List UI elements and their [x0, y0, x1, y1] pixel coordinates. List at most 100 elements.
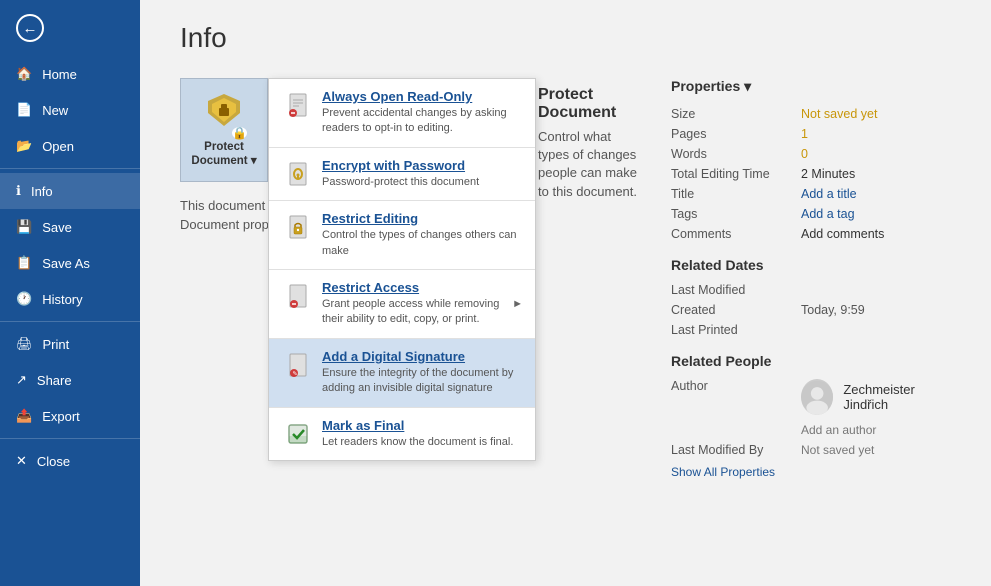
menu-item-restrict-access-title: Restrict Access	[322, 280, 502, 295]
menu-item-digital-signature-desc: Ensure the integrity of the document by …	[322, 366, 523, 397]
sidebar-item-save-as-label: Save As	[42, 256, 90, 271]
info-icon: ℹ	[16, 183, 21, 199]
dropdown-menu: Always Open Read-Only Prevent accidental…	[268, 78, 536, 461]
menu-item-restrict-editing-content: Restrict Editing Control the types of ch…	[322, 211, 523, 259]
prop-author-label: Author	[671, 379, 801, 437]
prop-editing-time-label: Total Editing Time	[671, 167, 801, 181]
prop-tags: Tags Add a tag	[671, 207, 951, 221]
sidebar-item-close-label: Close	[37, 454, 70, 469]
protect-button-label: ProtectDocument ▾	[191, 141, 256, 169]
related-dates: Last Modified Created Today, 9:59 Last P…	[671, 283, 951, 337]
prop-last-modified-label: Last Modified	[671, 283, 801, 297]
mark-final-icon	[284, 420, 312, 448]
sidebar-item-print[interactable]: 🖨 Print	[0, 326, 140, 362]
protect-desc: Protect Document Control what types of c…	[538, 86, 641, 201]
sidebar-item-history[interactable]: 🕐 History	[0, 281, 140, 317]
protect-area: 🔒 ProtectDocument ▾	[180, 78, 268, 182]
protect-icon: 🔒	[205, 91, 243, 137]
menu-item-mark-final-title: Mark as Final	[322, 418, 523, 433]
sidebar-item-save-label: Save	[42, 220, 72, 235]
print-icon: 🖨	[16, 336, 33, 352]
menu-item-always-open-content: Always Open Read-Only Prevent accidental…	[322, 89, 523, 137]
history-icon: 🕐	[16, 291, 32, 307]
sidebar-item-new[interactable]: 📄 New	[0, 92, 140, 128]
open-icon: 📂	[16, 138, 32, 154]
prop-last-printed-label: Last Printed	[671, 323, 801, 337]
properties-panel: Properties ▾ Size Not saved yet Pages 1 …	[671, 78, 951, 479]
prop-pages: Pages 1	[671, 127, 951, 141]
digital-signature-icon: ✎	[284, 351, 312, 379]
prop-comments: Comments Add comments	[671, 227, 951, 241]
sidebar-item-save-as[interactable]: 📋 Save As	[0, 245, 140, 281]
sidebar-item-save[interactable]: 💾 Save	[0, 209, 140, 245]
show-all-properties-link[interactable]: Show All Properties	[671, 465, 951, 479]
sidebar-item-info-label: Info	[31, 184, 53, 199]
menu-item-encrypt-password[interactable]: Encrypt with Password Password-protect t…	[269, 148, 535, 200]
page-title: Info	[180, 22, 951, 54]
prop-words-value: 0	[801, 147, 808, 161]
menu-item-encrypt-title: Encrypt with Password	[322, 158, 523, 173]
menu-item-restrict-editing-desc: Control the types of changes others can …	[322, 228, 523, 259]
prop-last-modified-by-value: Not saved yet	[801, 443, 874, 457]
prop-title-value[interactable]: Add a title	[801, 187, 857, 201]
prop-last-modified-by-row: Last Modified By Not saved yet	[671, 443, 951, 457]
prop-tags-value[interactable]: Add a tag	[801, 207, 855, 221]
prop-created-label: Created	[671, 303, 801, 317]
restrict-access-arrow: ►	[512, 298, 523, 310]
menu-item-restrict-editing[interactable]: Restrict Editing Control the types of ch…	[269, 201, 535, 269]
prop-last-modified-by-label: Last Modified By	[671, 443, 801, 457]
menu-item-digital-signature[interactable]: ✎ Add a Digital Signature Ensure the int…	[269, 339, 535, 407]
sidebar-item-home-label: Home	[42, 67, 77, 82]
author-info: Zechmeister Jindřich Add an author	[801, 379, 951, 437]
close-icon: ✕	[16, 453, 27, 469]
prop-title: Title Add a title	[671, 187, 951, 201]
menu-item-always-open-read-only[interactable]: Always Open Read-Only Prevent accidental…	[269, 79, 535, 147]
home-icon: 🏠	[16, 66, 32, 82]
prop-created: Created Today, 9:59	[671, 303, 951, 317]
prop-pages-value: 1	[801, 127, 808, 141]
protect-heading: Protect Document	[538, 86, 641, 122]
svg-text:✎: ✎	[293, 370, 298, 377]
protect-description: Control what types of changes people can…	[538, 128, 641, 201]
menu-item-restrict-access[interactable]: Restrict Access Grant people access whil…	[269, 270, 535, 338]
info-section: 🔒 ProtectDocument ▾	[180, 78, 641, 182]
prop-comments-value: Add comments	[801, 227, 884, 241]
export-icon: 📤	[16, 408, 32, 424]
add-author-link[interactable]: Add an author	[801, 423, 951, 437]
protect-document-button[interactable]: 🔒 ProtectDocument ▾	[180, 78, 268, 182]
sidebar-item-share-label: Share	[37, 373, 72, 388]
restrict-access-icon	[284, 282, 312, 310]
sidebar-divider-2	[0, 321, 140, 322]
protect-chevron: ▾	[251, 155, 257, 167]
prop-words-label: Words	[671, 147, 801, 161]
related-people-header: Related People	[671, 353, 951, 369]
sidebar-item-print-label: Print	[43, 337, 70, 352]
sidebar-item-home[interactable]: 🏠 Home	[0, 56, 140, 92]
prop-words: Words 0	[671, 147, 951, 161]
menu-item-always-open-desc: Prevent accidental changes by asking rea…	[322, 106, 523, 137]
sidebar-item-close[interactable]: ✕ Close	[0, 443, 140, 479]
sidebar-item-info[interactable]: ℹ Info	[0, 173, 140, 209]
back-button[interactable]: ←	[0, 0, 140, 56]
prop-pages-label: Pages	[671, 127, 801, 141]
menu-item-restrict-editing-title: Restrict Editing	[322, 211, 523, 226]
prop-last-printed: Last Printed	[671, 323, 951, 337]
properties-header[interactable]: Properties ▾	[671, 78, 951, 95]
sidebar-item-history-label: History	[42, 292, 82, 307]
prop-editing-time: Total Editing Time 2 Minutes	[671, 167, 951, 181]
menu-item-encrypt-desc: Password-protect this document	[322, 175, 523, 190]
sidebar-item-open[interactable]: 📂 Open	[0, 128, 140, 164]
prop-created-value: Today, 9:59	[801, 303, 865, 317]
sidebar-item-new-label: New	[42, 103, 68, 118]
save-as-icon: 📋	[16, 255, 32, 271]
share-icon: ↗	[16, 372, 27, 388]
prop-tags-label: Tags	[671, 207, 801, 221]
back-icon: ←	[16, 14, 44, 42]
author-name: Zechmeister Jindřich	[843, 382, 951, 412]
menu-item-mark-as-final[interactable]: Mark as Final Let readers know the docum…	[269, 408, 535, 460]
sidebar-item-open-label: Open	[42, 139, 74, 154]
sidebar-item-share[interactable]: ↗ Share	[0, 362, 140, 398]
menu-item-restrict-access-desc: Grant people access while removing their…	[322, 297, 502, 328]
menu-item-mark-final-content: Mark as Final Let readers know the docum…	[322, 418, 523, 450]
sidebar-item-export[interactable]: 📤 Export	[0, 398, 140, 434]
